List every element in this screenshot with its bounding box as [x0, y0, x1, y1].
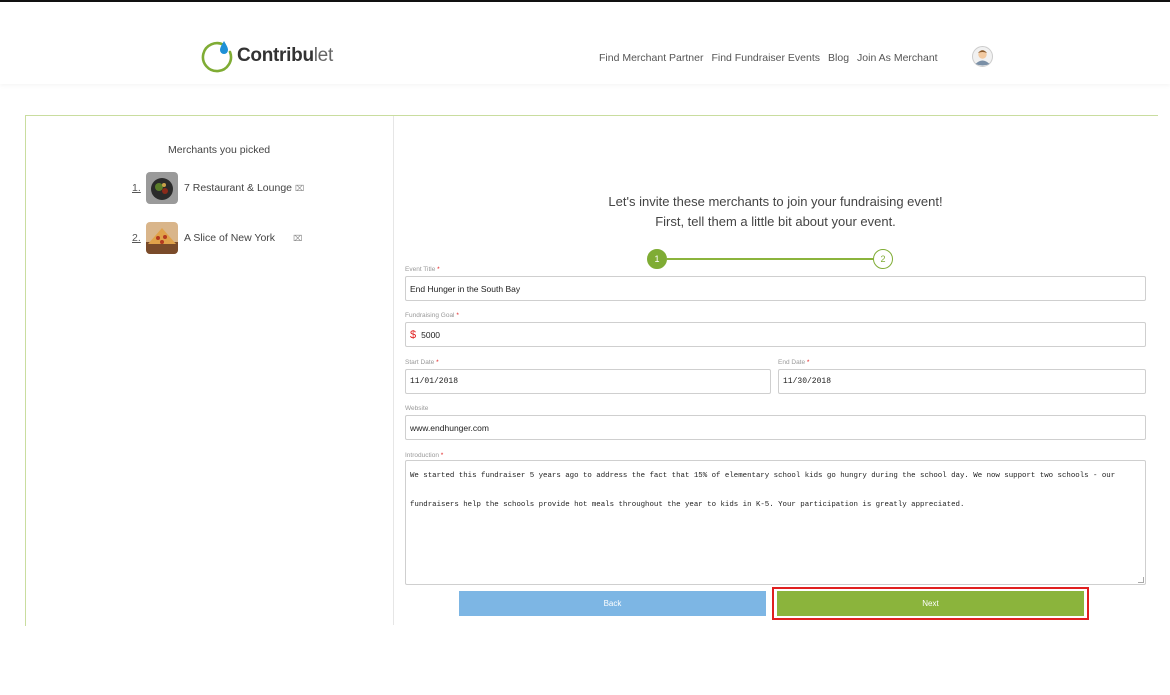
- close-icon[interactable]: ⌧: [293, 234, 302, 243]
- merchant-number[interactable]: 2.: [132, 232, 146, 244]
- merchant-name[interactable]: 7 Restaurant & Lounge: [184, 182, 292, 194]
- event-title-label: Event Title *: [405, 266, 440, 273]
- headline-line-2: First, tell them a little bit about your…: [655, 214, 896, 229]
- resize-handle[interactable]: [1138, 577, 1144, 583]
- user-avatar-icon[interactable]: [972, 46, 993, 67]
- merchant-item: 2. A Slice of New York ⌧: [132, 222, 302, 254]
- website-input[interactable]: www.endhunger.com: [405, 415, 1146, 440]
- main-nav: Find Merchant Partner Find Fundraiser Ev…: [599, 52, 946, 64]
- nav-blog[interactable]: Blog: [828, 52, 849, 64]
- step-2-indicator[interactable]: 2: [873, 249, 893, 269]
- brand-name: Contribulet: [237, 45, 333, 66]
- nav-find-merchant-partner[interactable]: Find Merchant Partner: [599, 52, 703, 64]
- merchant-thumbnail: [146, 222, 178, 254]
- website-label: Website: [405, 405, 429, 412]
- introduction-label: Introduction *: [405, 452, 444, 459]
- currency-symbol: $: [410, 328, 417, 341]
- end-date-input[interactable]: 11/30/2018: [778, 369, 1146, 394]
- merchant-item: 1. 7 Restaurant & Lounge ⌧: [132, 172, 304, 204]
- fundraising-goal-input[interactable]: $ 5000: [405, 322, 1146, 347]
- start-date-label: Start Date *: [405, 359, 439, 366]
- step-progress: 1 2: [647, 249, 893, 269]
- next-button-highlight: [772, 587, 1089, 620]
- fundraising-goal-label: Fundraising Goal *: [405, 312, 459, 319]
- merchant-name[interactable]: A Slice of New York: [184, 232, 275, 244]
- event-title-input[interactable]: End Hunger in the South Bay: [405, 276, 1146, 301]
- introduction-textarea[interactable]: We started this fundraiser 5 years ago t…: [405, 460, 1146, 585]
- site-header: Contribulet Find Merchant Partner Find F…: [0, 2, 1170, 84]
- close-icon[interactable]: ⌧: [295, 184, 304, 193]
- end-date-label: End Date *: [778, 359, 810, 366]
- page-headline: Let's invite these merchants to join you…: [394, 192, 1157, 232]
- brand-logo[interactable]: Contribulet: [200, 36, 333, 76]
- merchant-thumbnail: [146, 172, 178, 204]
- headline-line-1: Let's invite these merchants to join you…: [608, 194, 943, 209]
- back-button[interactable]: Back: [459, 591, 766, 616]
- nav-find-fundraiser-events[interactable]: Find Fundraiser Events: [711, 52, 820, 64]
- step-1-indicator: 1: [647, 249, 667, 269]
- merchant-number[interactable]: 1.: [132, 182, 146, 194]
- nav-join-as-merchant[interactable]: Join As Merchant: [857, 52, 938, 64]
- logo-drop-icon: [200, 39, 234, 73]
- sidebar-title: Merchants you picked: [168, 144, 271, 156]
- start-date-input[interactable]: 11/01/2018: [405, 369, 771, 394]
- step-connector: [667, 258, 873, 260]
